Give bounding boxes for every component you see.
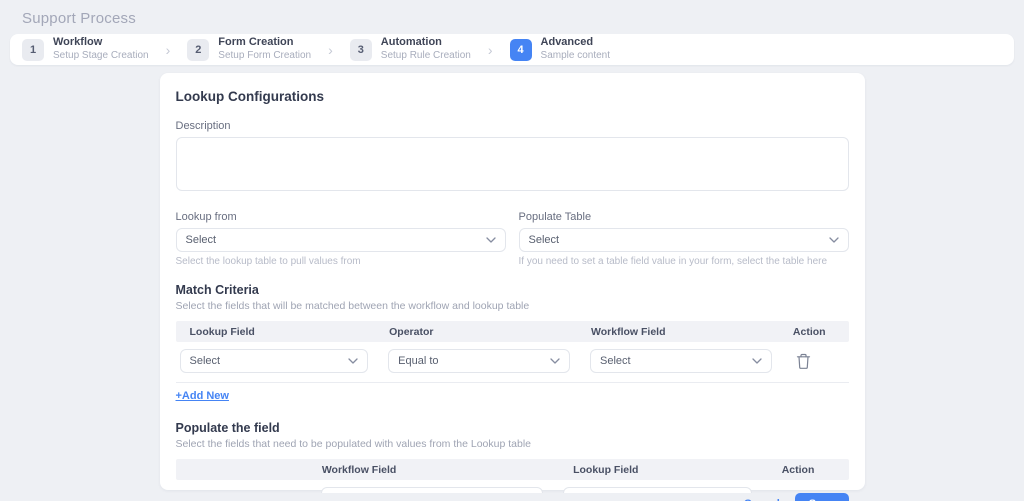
match-criteria-section: Match Criteria Select the fields that wi…: [176, 283, 849, 404]
chevron-right-icon: ›: [166, 43, 171, 57]
workflow-field-select[interactable]: Select: [590, 349, 772, 373]
step-text: Advanced Sample content: [541, 36, 611, 62]
step-subtitle: Sample content: [541, 50, 611, 63]
select-value: Select: [190, 355, 221, 367]
step-automation[interactable]: 3 Automation Setup Rule Creation: [350, 36, 471, 62]
card-title: Lookup Configurations: [176, 89, 849, 104]
populate-table-field: Populate Table Select If you need to set…: [519, 211, 849, 267]
chevron-down-icon: [486, 237, 496, 243]
lookup-field-select[interactable]: Select: [180, 349, 369, 373]
step-title: Form Creation: [218, 36, 311, 50]
populate-field-heading: Populate the field: [176, 421, 849, 435]
column-header: Workflow Field: [317, 464, 559, 476]
lookup-field-cell: Select: [176, 349, 385, 373]
card-footer: Cancel Save: [176, 493, 849, 501]
step-form-creation[interactable]: 2 Form Creation Setup Form Creation: [187, 36, 311, 62]
chevron-right-icon: ›: [488, 43, 493, 57]
column-header: Action: [788, 326, 849, 338]
add-new-link[interactable]: +Add New: [176, 390, 229, 402]
select-value: Equal to: [398, 355, 438, 367]
lookup-from-field: Lookup from Select Select the lookup tab…: [176, 211, 506, 267]
lookup-from-label: Lookup from: [176, 211, 506, 223]
column-header: Action: [768, 464, 849, 476]
step-subtitle: Setup Rule Creation: [381, 50, 471, 63]
step-workflow[interactable]: 1 Workflow Setup Stage Creation: [22, 36, 149, 62]
wizard-stepper: 1 Workflow Setup Stage Creation › 2 Form…: [10, 34, 1014, 65]
workflow-field-cell: Select: [586, 349, 788, 373]
populate-table-select[interactable]: Select: [519, 228, 849, 252]
select-value: Select: [186, 234, 217, 246]
delete-row-button[interactable]: [796, 353, 811, 370]
operator-select[interactable]: Equal to: [388, 349, 570, 373]
select-value: Select: [529, 234, 560, 246]
populate-table-helper: If you need to set a table field value i…: [519, 256, 849, 267]
action-cell: [788, 353, 849, 370]
populate-table-label: Populate Table: [519, 211, 849, 223]
column-header: Workflow Field: [586, 326, 788, 338]
step-subtitle: Setup Form Creation: [218, 50, 311, 63]
step-title: Advanced: [541, 36, 611, 50]
operator-cell: Equal to: [384, 349, 586, 373]
column-header: Operator: [384, 326, 586, 338]
lookup-from-select[interactable]: Select: [176, 228, 506, 252]
match-criteria-heading: Match Criteria: [176, 283, 849, 297]
step-text: Workflow Setup Stage Creation: [53, 36, 149, 62]
step-title: Workflow: [53, 36, 149, 50]
clipped-table-row: [176, 480, 849, 493]
chevron-down-icon: [348, 358, 358, 364]
chevron-down-icon: [829, 237, 839, 243]
chevron-down-icon: [550, 358, 560, 364]
step-text: Form Creation Setup Form Creation: [218, 36, 311, 62]
column-header: Lookup Field: [176, 326, 385, 338]
populate-field-table: Workflow Field Lookup Field Action: [176, 459, 849, 493]
column-header: Lookup Field: [559, 464, 768, 476]
save-button[interactable]: Save: [795, 493, 849, 501]
step-title: Automation: [381, 36, 471, 50]
trash-icon: [796, 353, 811, 370]
populate-field-section: Populate the field Select the fields tha…: [176, 421, 849, 493]
lookup-configurations-card: Lookup Configurations Description Lookup…: [160, 73, 865, 490]
step-number-badge-active: 4: [510, 39, 532, 61]
lookup-from-helper: Select the lookup table to pull values f…: [176, 256, 506, 267]
table-header: Lookup Field Operator Workflow Field Act…: [176, 321, 849, 342]
populate-field-subtext: Select the fields that need to be popula…: [176, 438, 849, 450]
description-field: Description: [176, 120, 849, 196]
match-criteria-table: Lookup Field Operator Workflow Field Act…: [176, 321, 849, 383]
chevron-right-icon: ›: [328, 43, 333, 57]
table-row: [176, 480, 849, 493]
step-number-badge: 3: [350, 39, 372, 61]
chevron-down-icon: [752, 358, 762, 364]
table-header: Workflow Field Lookup Field Action: [176, 459, 849, 480]
step-number-badge: 2: [187, 39, 209, 61]
step-number-badge: 1: [22, 39, 44, 61]
table-row: Select Equal to Select: [176, 342, 849, 383]
step-subtitle: Setup Stage Creation: [53, 50, 149, 63]
step-text: Automation Setup Rule Creation: [381, 36, 471, 62]
page-title: Support Process: [22, 10, 1024, 27]
lookup-selects-row: Lookup from Select Select the lookup tab…: [176, 211, 849, 267]
step-advanced-active[interactable]: 4 Advanced Sample content: [510, 36, 611, 62]
select-value: Select: [600, 355, 631, 367]
match-criteria-subtext: Select the fields that will be matched b…: [176, 300, 849, 312]
description-label: Description: [176, 120, 849, 132]
description-textarea[interactable]: [176, 137, 849, 191]
